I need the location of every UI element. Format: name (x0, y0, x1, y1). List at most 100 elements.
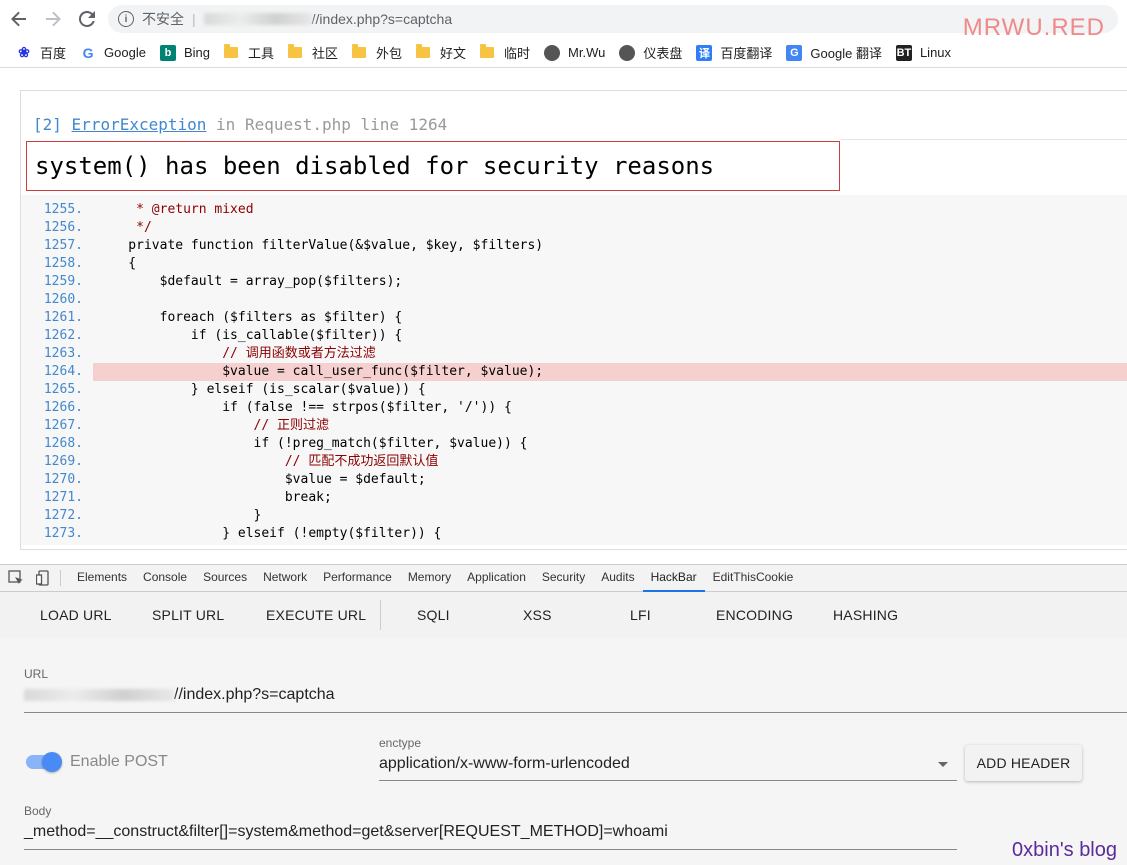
code-text: } elseif (is_scalar($value)) { (97, 382, 426, 397)
line-number: 1263. (43, 346, 83, 361)
line-number: 1266. (43, 400, 83, 415)
line-number: 1259. (43, 274, 83, 289)
devtools-tab-performance[interactable]: Performance (315, 564, 400, 592)
code-line: 1259. $default = array_pop($filters); (21, 273, 1127, 291)
enctype-select[interactable]: application/x-www-form-urlencoded (379, 755, 630, 773)
bookmark-item[interactable]: 工具 (223, 43, 274, 62)
code-line: 1258. { (21, 255, 1127, 273)
devtools-tab-console[interactable]: Console (135, 564, 195, 592)
devtools-tab-hackbar[interactable]: HackBar (642, 564, 705, 592)
inspect-element-icon[interactable] (8, 570, 24, 586)
lfi-menu-button[interactable]: LFI (630, 607, 651, 623)
bookmark-item[interactable]: Mr.Wu (544, 44, 606, 61)
menu-separator (380, 600, 381, 630)
bookmark-item[interactable]: G Google (80, 44, 146, 61)
bookmarks-bar: ❀ 百度 G Google b Bing 工具 社区 外包 好文 临时 Mr.Wu 仪表盘译百度翻译 G G… (0, 38, 1127, 68)
code-line: 1257. private function filterValue(&$val… (21, 237, 1127, 255)
code-text: // 调用函数或者方法过滤 (97, 346, 376, 361)
line-number: 1257. (43, 238, 83, 253)
google-g-icon: G (80, 44, 97, 61)
devtools-separator (60, 570, 61, 586)
bookmark-item[interactable]: 临时 (480, 43, 530, 62)
devtools-tab-network[interactable]: Network (255, 564, 315, 592)
exception-class-link[interactable]: ErrorException (72, 115, 207, 134)
url-field-value: //index.php?s=captcha (174, 686, 335, 703)
code-text: private function filterValue(&$value, $k… (97, 238, 544, 253)
bookmark-item[interactable]: 外包 (352, 43, 402, 62)
device-toolbar-icon[interactable] (36, 570, 50, 586)
bt-icon: BT (895, 44, 912, 61)
devtools-tab-security[interactable]: Security (534, 564, 593, 592)
line-number: 1265. (43, 382, 83, 397)
bookmark-label: Mr.Wu (568, 45, 606, 60)
bookmark-item[interactable]: ❀ 百度 (16, 43, 66, 62)
bookmark-item[interactable]: BT Linux (895, 44, 951, 61)
line-number: 1260. (43, 292, 83, 307)
bookmark-item[interactable]: G Google 翻译 (786, 43, 882, 62)
line-number: 1273. (43, 526, 83, 541)
code-line: 1269. // 匹配不成功返回默认值 (21, 453, 1127, 471)
hashing-menu-button[interactable]: HASHING (833, 607, 898, 623)
bookmark-label: 百度翻译 (720, 46, 773, 61)
baidu-paw-icon: ❀ (16, 44, 32, 61)
bookmark-label: Google 翻译 (810, 46, 882, 61)
split-url-button[interactable]: SPLIT URL (152, 607, 224, 623)
redacted-host (203, 13, 312, 25)
code-text: break; (97, 490, 332, 505)
code-line: 1261. foreach ($filters as $filter) { (21, 309, 1127, 327)
url-field[interactable]: //index.php?s=captcha (24, 686, 335, 704)
bookmark-item[interactable]: 译百度翻译 (696, 43, 772, 62)
devtools-tab-elements[interactable]: Elements (69, 564, 135, 592)
xss-menu-button[interactable]: XSS (523, 607, 552, 623)
devtools-tab-sources[interactable]: Sources (195, 564, 255, 592)
enable-post-label: Enable POST (70, 753, 168, 770)
bookmark-item[interactable]: b Bing (159, 44, 210, 61)
code-text: { (97, 256, 137, 271)
avatar-icon (544, 44, 561, 61)
hackbar-panel: LOAD URL SPLIT URL EXECUTE URL SQLI XSS … (0, 592, 1127, 865)
bookmark-item[interactable]: 社区 (287, 43, 338, 62)
devtools-tab-audits[interactable]: Audits (593, 564, 642, 592)
line-number: 1272. (43, 508, 83, 523)
info-icon[interactable]: i (118, 11, 134, 27)
back-arrow-icon[interactable] (4, 4, 34, 34)
exception-index: [2] (33, 115, 62, 134)
devtools-tab-memory[interactable]: Memory (400, 564, 459, 592)
chevron-down-icon[interactable] (938, 762, 948, 767)
code-line: 1255. * @return mixed (21, 201, 1127, 219)
url-field-underline (24, 712, 1127, 713)
toggle-knob[interactable] (42, 752, 62, 772)
line-number: 1258. (43, 256, 83, 271)
forward-arrow-icon[interactable] (38, 4, 68, 34)
address-separator: | (192, 11, 196, 27)
url-field-label: URL (24, 667, 49, 681)
avatar-icon (619, 44, 636, 61)
body-field[interactable]: _method=__construct&filter[]=system&meth… (24, 823, 668, 841)
code-line: 1266. if (false !== strpos($filter, '/')… (21, 399, 1127, 417)
divider (841, 139, 1127, 140)
execute-url-button[interactable]: EXECUTE URL (266, 607, 366, 623)
bookmark-label: 百度 (40, 46, 67, 61)
bookmark-item[interactable]: 好文 (416, 43, 466, 62)
bookmark-label: 外包 (376, 46, 403, 61)
devtools-tab-application[interactable]: Application (459, 564, 534, 592)
line-number: 1270. (43, 472, 83, 487)
line-number: 1256. (43, 220, 83, 235)
encoding-menu-button[interactable]: ENCODING (716, 607, 793, 623)
code-line: 1272. } (21, 507, 1127, 525)
enable-post-toggle[interactable] (26, 752, 62, 772)
add-header-button[interactable]: ADD HEADER (965, 745, 1082, 781)
body-field-label: Body (24, 804, 52, 818)
reload-icon[interactable] (72, 4, 102, 34)
sqli-menu-button[interactable]: SQLI (417, 607, 450, 623)
hackbar-menu: LOAD URL SPLIT URL EXECUTE URL SQLI XSS … (0, 592, 1127, 638)
code-text: $value = $default; (97, 472, 426, 487)
code-line: 1256. */ (21, 219, 1127, 237)
error-message: system() has been disabled for security … (35, 152, 715, 180)
load-url-button[interactable]: LOAD URL (40, 607, 112, 623)
line-number: 1264. (43, 364, 83, 379)
bookmark-item[interactable]: 仪表盘 (619, 43, 682, 62)
enctype-label: enctype (379, 736, 422, 750)
line-number: 1268. (43, 436, 83, 451)
devtools-tab-editthiscookie[interactable]: EditThisCookie (705, 564, 802, 592)
